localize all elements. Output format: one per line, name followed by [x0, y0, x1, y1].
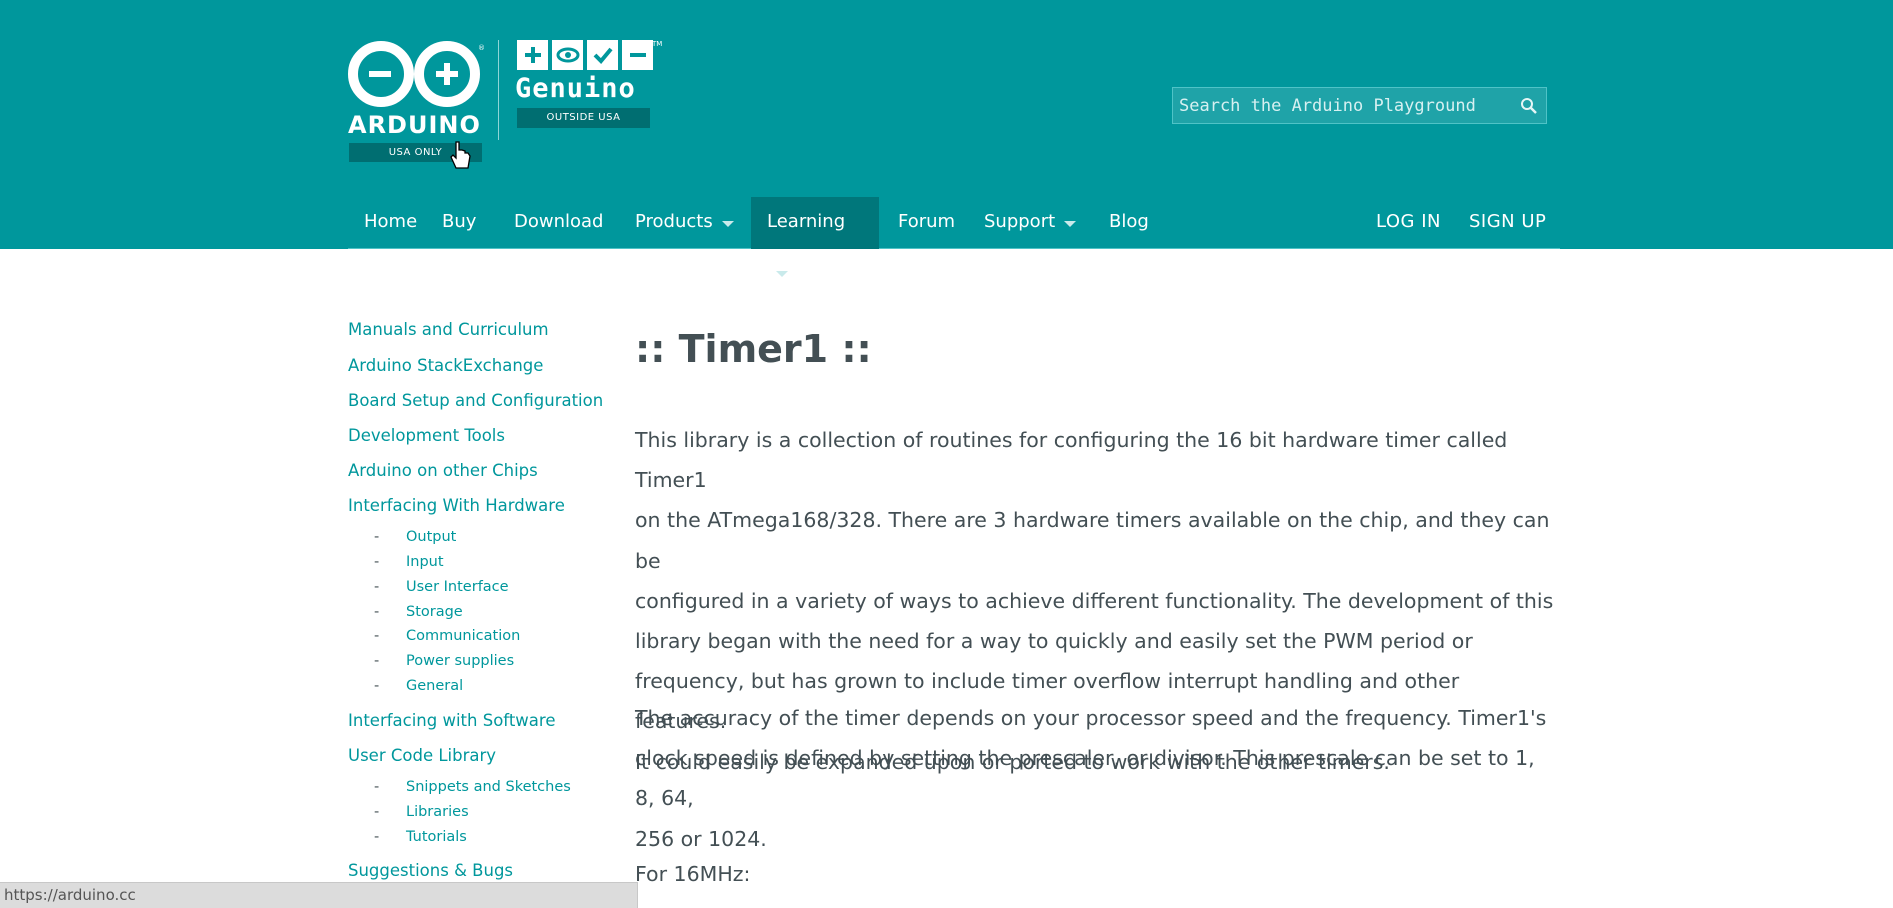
- nav-support-label: Support: [984, 211, 1056, 232]
- nav-learning[interactable]: Learning: [751, 197, 879, 277]
- nav-learning-label: Learning: [767, 211, 846, 232]
- nav-home[interactable]: Home: [348, 197, 433, 249]
- minus-icon: [622, 40, 653, 70]
- eye-icon: [552, 40, 583, 70]
- plus-icon: [517, 40, 548, 70]
- paragraph-line: configured in a variety of ways to achie…: [635, 588, 1554, 613]
- list-dash: -: [374, 628, 380, 644]
- sidebar-link-dev-tools[interactable]: Development Tools: [348, 426, 505, 445]
- accuracy-paragraph: The accuracy of the timer depends on you…: [635, 698, 1555, 859]
- list-dash: -: [374, 829, 380, 845]
- list-dash: -: [374, 678, 380, 694]
- genuino-icons: [517, 40, 653, 70]
- frequency-heading: For 16MHz:: [635, 862, 751, 886]
- nav-blog-label: Blog: [1109, 211, 1149, 232]
- sidebar-link-suggestions[interactable]: Suggestions & Bugs: [348, 861, 513, 880]
- list-item: - Snippets and Sketches: [374, 779, 571, 795]
- main-nav: Home Buy Download Products Learning Foru…: [348, 197, 1560, 277]
- sidebar-sub-storage[interactable]: Storage: [406, 604, 463, 620]
- sidebar-sub-snippets[interactable]: Snippets and Sketches: [406, 779, 571, 795]
- sidebar-link-board-setup[interactable]: Board Setup and Configuration: [348, 391, 603, 410]
- sidebar-sub-tutorials[interactable]: Tutorials: [406, 829, 467, 845]
- site-header: ® ARDUINO USA ONLY TM Genuino OUTSIDE US…: [0, 0, 1893, 277]
- paragraph-line: This library is a collection of routines…: [635, 428, 1508, 493]
- nav-support[interactable]: Support: [968, 197, 1092, 249]
- svg-text:®: ®: [478, 44, 484, 52]
- arduino-wordmark: ARDUINO: [348, 111, 481, 139]
- sidebar-link-user-code-library[interactable]: User Code Library: [348, 746, 496, 765]
- sidebar-link-other-chips[interactable]: Arduino on other Chips: [348, 461, 538, 480]
- nav-buy[interactable]: Buy: [426, 197, 492, 249]
- signup-link[interactable]: SIGN UP: [1469, 197, 1546, 249]
- genuino-outside-usa-tag[interactable]: OUTSIDE USA: [517, 108, 650, 128]
- logo-divider: [498, 40, 499, 140]
- list-item: - Communication: [374, 628, 520, 644]
- nav-blog[interactable]: Blog: [1093, 197, 1165, 249]
- sidebar-sub-communication[interactable]: Communication: [406, 628, 520, 644]
- search-icon[interactable]: [1520, 97, 1538, 119]
- arduino-logo[interactable]: ®: [344, 40, 484, 110]
- list-item: - Output: [374, 529, 456, 545]
- nav-products-label: Products: [635, 211, 713, 232]
- genuino-trademark: TM: [652, 40, 663, 48]
- list-item: - Storage: [374, 604, 463, 620]
- list-dash: -: [374, 653, 380, 669]
- sidebar-sub-power-supplies[interactable]: Power supplies: [406, 653, 514, 669]
- paragraph-line: clock speed is defined by setting the pr…: [635, 746, 1535, 811]
- sidebar-link-interfacing-software[interactable]: Interfacing with Software: [348, 711, 555, 730]
- sidebar-sub-libraries[interactable]: Libraries: [406, 804, 469, 820]
- search-box: [1172, 87, 1547, 124]
- nav-products[interactable]: Products: [619, 197, 750, 249]
- sidebar-link-stackexchange[interactable]: Arduino StackExchange: [348, 356, 543, 375]
- nav-buy-label: Buy: [442, 211, 477, 232]
- list-item: - Input: [374, 554, 444, 570]
- list-dash: -: [374, 804, 380, 820]
- nav-forum[interactable]: Forum: [882, 197, 971, 249]
- list-item: - User Interface: [374, 579, 509, 595]
- chevron-down-icon: [776, 271, 788, 277]
- search-input[interactable]: [1179, 88, 1509, 123]
- nav-home-label: Home: [364, 211, 418, 232]
- list-dash: -: [374, 579, 380, 595]
- list-item: - Libraries: [374, 804, 469, 820]
- list-item: - Tutorials: [374, 829, 467, 845]
- sidebar-sub-output[interactable]: Output: [406, 529, 456, 545]
- sidebar-sub-general[interactable]: General: [406, 678, 463, 694]
- page-title: :: Timer1 ::: [635, 327, 872, 371]
- sidebar-link-interfacing-hardware[interactable]: Interfacing With Hardware: [348, 496, 565, 515]
- paragraph-line: 256 or 1024.: [635, 826, 767, 851]
- arduino-infinity-icon: ®: [348, 41, 484, 107]
- chevron-down-icon: [1064, 221, 1077, 227]
- list-item: - Power supplies: [374, 653, 514, 669]
- sidebar-link-manuals[interactable]: Manuals and Curriculum: [348, 320, 549, 339]
- chevron-down-icon: [721, 221, 734, 227]
- list-dash: -: [374, 554, 380, 570]
- browser-status-bar: https://arduino.cc: [0, 882, 638, 908]
- login-link[interactable]: LOG IN: [1376, 197, 1441, 249]
- list-dash: -: [374, 779, 380, 795]
- nav-download-label: Download: [514, 211, 604, 232]
- sidebar-sub-input[interactable]: Input: [406, 554, 444, 570]
- list-item: - General: [374, 678, 463, 694]
- paragraph-line: library began with the need for a way to…: [635, 629, 1473, 654]
- nav-forum-label: Forum: [898, 211, 956, 232]
- paragraph-line: The accuracy of the timer depends on you…: [635, 706, 1547, 730]
- sidebar-sub-user-interface[interactable]: User Interface: [406, 579, 509, 595]
- genuino-wordmark: Genuino: [515, 73, 636, 104]
- paragraph-line: on the ATmega168/328. There are 3 hardwa…: [635, 508, 1550, 573]
- pointer-cursor-icon: [450, 140, 472, 178]
- nav-download[interactable]: Download: [498, 197, 619, 249]
- list-dash: -: [374, 529, 380, 545]
- check-icon: [587, 40, 618, 70]
- list-dash: -: [374, 604, 380, 620]
